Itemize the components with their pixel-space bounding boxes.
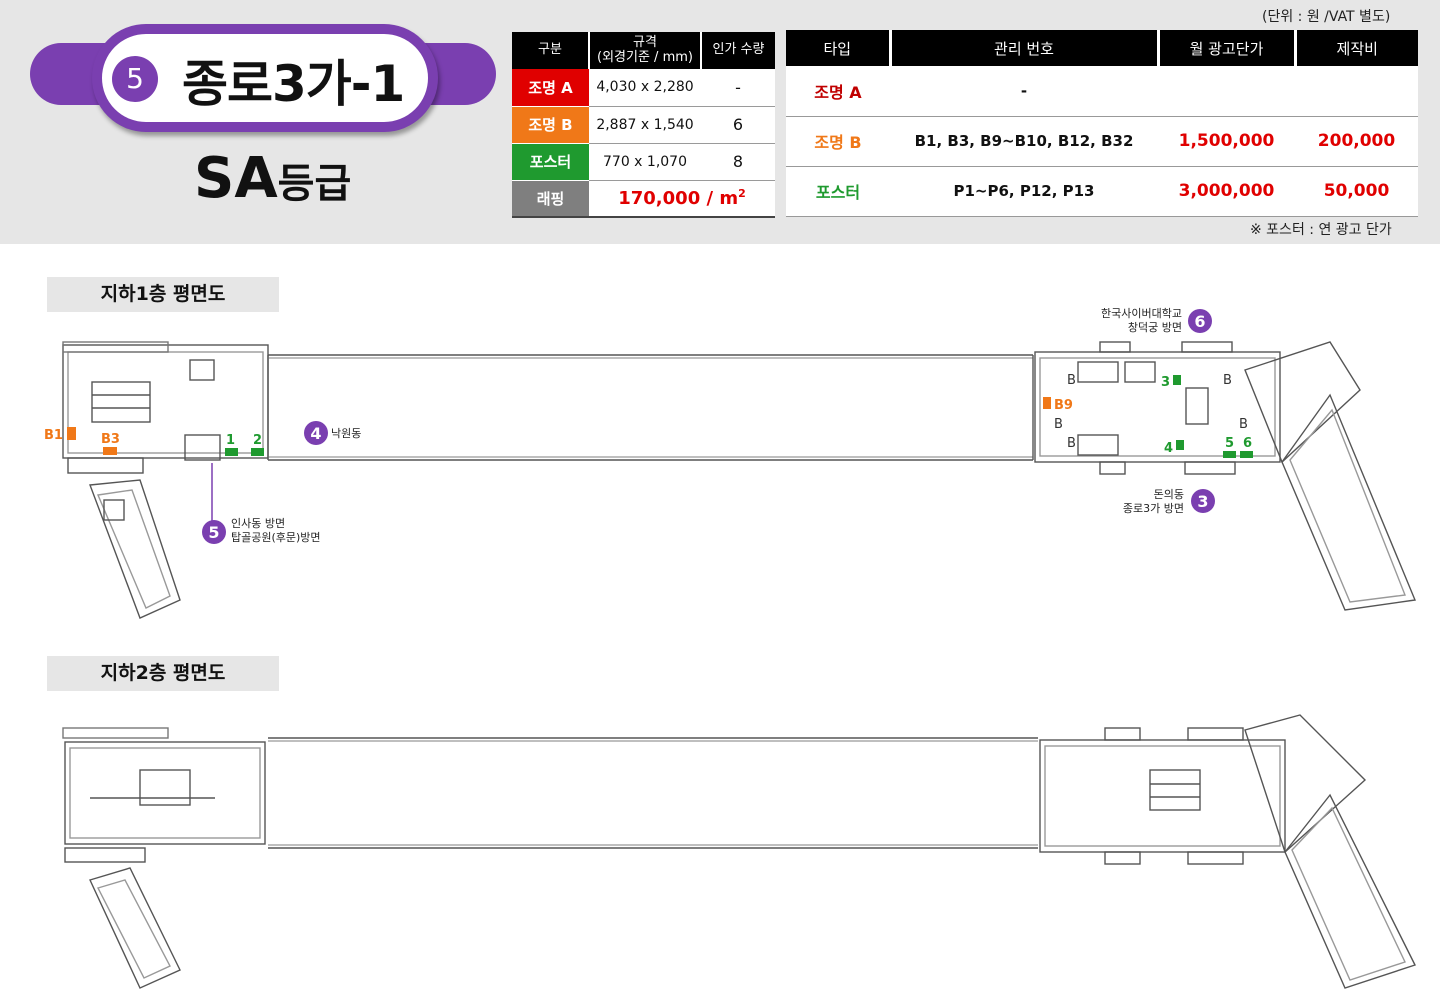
marker-p3-label: 3: [1161, 375, 1170, 390]
spec-size: 770 x 1,070: [589, 143, 701, 181]
wrap-price-value: 170,000 / m: [618, 188, 739, 210]
marker-b-label: B: [1239, 417, 1248, 432]
price-monthly: 3,000,000: [1158, 166, 1295, 217]
spec-qty: 6: [701, 106, 775, 144]
price-type-poster: 포스터: [786, 166, 890, 217]
spec-row-wrap: 래핑 170,000 / m2: [512, 180, 775, 218]
price-monthly: [1158, 66, 1295, 117]
marker-b1-label: B1: [44, 428, 63, 443]
exit-6-number: 6: [1194, 312, 1205, 331]
price-header-type: 타입: [786, 30, 892, 66]
marker-p6-label: 6: [1243, 436, 1252, 451]
price-production: 200,000: [1295, 116, 1418, 167]
exit-4: 4 낙원동: [304, 421, 361, 445]
spec-header-size-sub: (외경기준 / mm): [597, 49, 693, 65]
marker-b-label: B: [1067, 373, 1076, 388]
exit-3-number: 3: [1197, 492, 1208, 511]
marker-p6-box: [1240, 451, 1253, 458]
grade-suffix: 등급: [277, 161, 352, 207]
exit-5-line2: 탑골공원(후문)방면: [231, 531, 321, 544]
price-production: 50,000: [1295, 166, 1418, 217]
exit-6-line1: 한국사이버대학교: [1101, 307, 1182, 320]
station-number: 5: [112, 56, 158, 102]
exit-3-line2: 종로3가 방면: [1123, 502, 1184, 515]
spec-type-wrap: 래핑: [512, 180, 589, 218]
spec-type-poster: 포스터: [512, 143, 589, 181]
spec-type-light-a: 조명 A: [512, 69, 589, 107]
unit-note: (단위 : 원 /VAT 별도): [1262, 9, 1391, 25]
marker-p1-label: 1: [226, 433, 235, 448]
spec-header-size: 규격 (외경기준 / mm): [589, 32, 702, 69]
price-type-light-a: 조명 A: [786, 66, 890, 117]
exit-6-line2: 창덕궁 방면: [1128, 321, 1182, 334]
marker-p4-label: 4: [1164, 441, 1173, 456]
spec-header-size-title: 규격: [633, 35, 657, 51]
price-codes: B1, B3, B9~B10, B12, B32: [890, 116, 1158, 167]
station-grade: SA등급: [194, 146, 351, 211]
spec-header-row: 구분 규격 (외경기준 / mm) 인가 수량: [512, 32, 775, 69]
spec-qty: 8: [701, 143, 775, 181]
marker-p1-box: [225, 448, 238, 456]
exit-6: 한국사이버대학교 창덕궁 방면 6: [1101, 307, 1212, 334]
exit-5-number: 5: [208, 523, 219, 542]
marker-b9-label: B9: [1054, 398, 1073, 413]
spec-header-qty: 인가 수량: [701, 32, 775, 69]
station-name: 종로3가-1: [182, 55, 405, 113]
spec-type-light-b: 조명 B: [512, 106, 589, 144]
marker-p2-box: [251, 448, 264, 456]
spec-size: 4,030 x 2,280: [589, 69, 701, 107]
marker-p2-label: 2: [253, 433, 262, 448]
spec-table: 구분 규격 (외경기준 / mm) 인가 수량 조명 A 4,030 x 2,28…: [512, 32, 775, 218]
grade-main: SA: [194, 146, 278, 211]
floor-b1-plan: B1 B3 1 2 B9 3 4 5 6 B B B B B 한국사이버대학교 …: [44, 307, 1416, 619]
spec-size: 2,887 x 1,540: [589, 106, 701, 144]
marker-b-label: B: [1054, 417, 1063, 432]
exit-3: 돈의동 종로3가 방면 3: [1123, 488, 1215, 515]
wrap-price-sup: 2: [738, 187, 746, 201]
exit-4-line1: 낙원동: [331, 427, 361, 440]
price-production: [1295, 66, 1418, 117]
marker-b1-box: [67, 427, 76, 440]
exit-4-number: 4: [310, 424, 321, 443]
price-header-monthly: 월 광고단가: [1158, 30, 1297, 66]
exit-5: 5 인사동 방면 탑골공원(후문)방면: [202, 463, 321, 544]
price-row: 조명 A -: [786, 66, 1418, 117]
spec-qty: -: [701, 69, 775, 107]
price-header-production: 제작비: [1295, 30, 1418, 66]
marker-p5-box: [1223, 451, 1236, 458]
spec-row: 조명 A 4,030 x 2,280 -: [512, 69, 775, 107]
exit-5-line1: 인사동 방면: [231, 517, 285, 530]
floor-b2-plan: [62, 714, 1416, 989]
marker-p5-label: 5: [1225, 436, 1234, 451]
spec-header-type: 구분: [512, 32, 590, 69]
price-header-codes: 관리 번호: [890, 30, 1160, 66]
marker-b3-label: B3: [101, 432, 120, 447]
marker-p3-box: [1173, 375, 1181, 385]
floor-b2-label: 지하2층 평면도: [47, 656, 279, 691]
marker-b9-box: [1043, 397, 1051, 409]
price-codes: P1~P6, P12, P13: [890, 166, 1158, 217]
marker-p4-box: [1176, 440, 1184, 450]
price-header-row: 타입 관리 번호 월 광고단가 제작비: [786, 30, 1418, 66]
wrap-price: 170,000 / m2: [589, 180, 775, 218]
marker-b-label: B: [1067, 436, 1076, 451]
spec-row: 조명 B 2,887 x 1,540 6: [512, 106, 775, 144]
poster-note: ※ 포스터 : 연 광고 단가: [1250, 222, 1392, 238]
b1-markers: B1 B3 1 2 B9 3 4 5 6 B B B B B: [44, 373, 1253, 458]
exit-3-line1: 돈의동: [1154, 488, 1184, 501]
price-row: 포스터 P1~P6, P12, P13 3,000,000 50,000: [786, 166, 1418, 217]
marker-b-label: B: [1223, 373, 1232, 388]
spec-row: 포스터 770 x 1,070 8: [512, 143, 775, 181]
marker-b3-box: [103, 447, 117, 455]
price-table: 타입 관리 번호 월 광고단가 제작비 조명 A - 조명 B B1, B3, …: [786, 30, 1418, 217]
price-row: 조명 B B1, B3, B9~B10, B12, B32 1,500,000 …: [786, 116, 1418, 167]
price-type-light-b: 조명 B: [786, 116, 890, 167]
price-codes: -: [890, 66, 1158, 117]
price-monthly: 1,500,000: [1158, 116, 1295, 167]
